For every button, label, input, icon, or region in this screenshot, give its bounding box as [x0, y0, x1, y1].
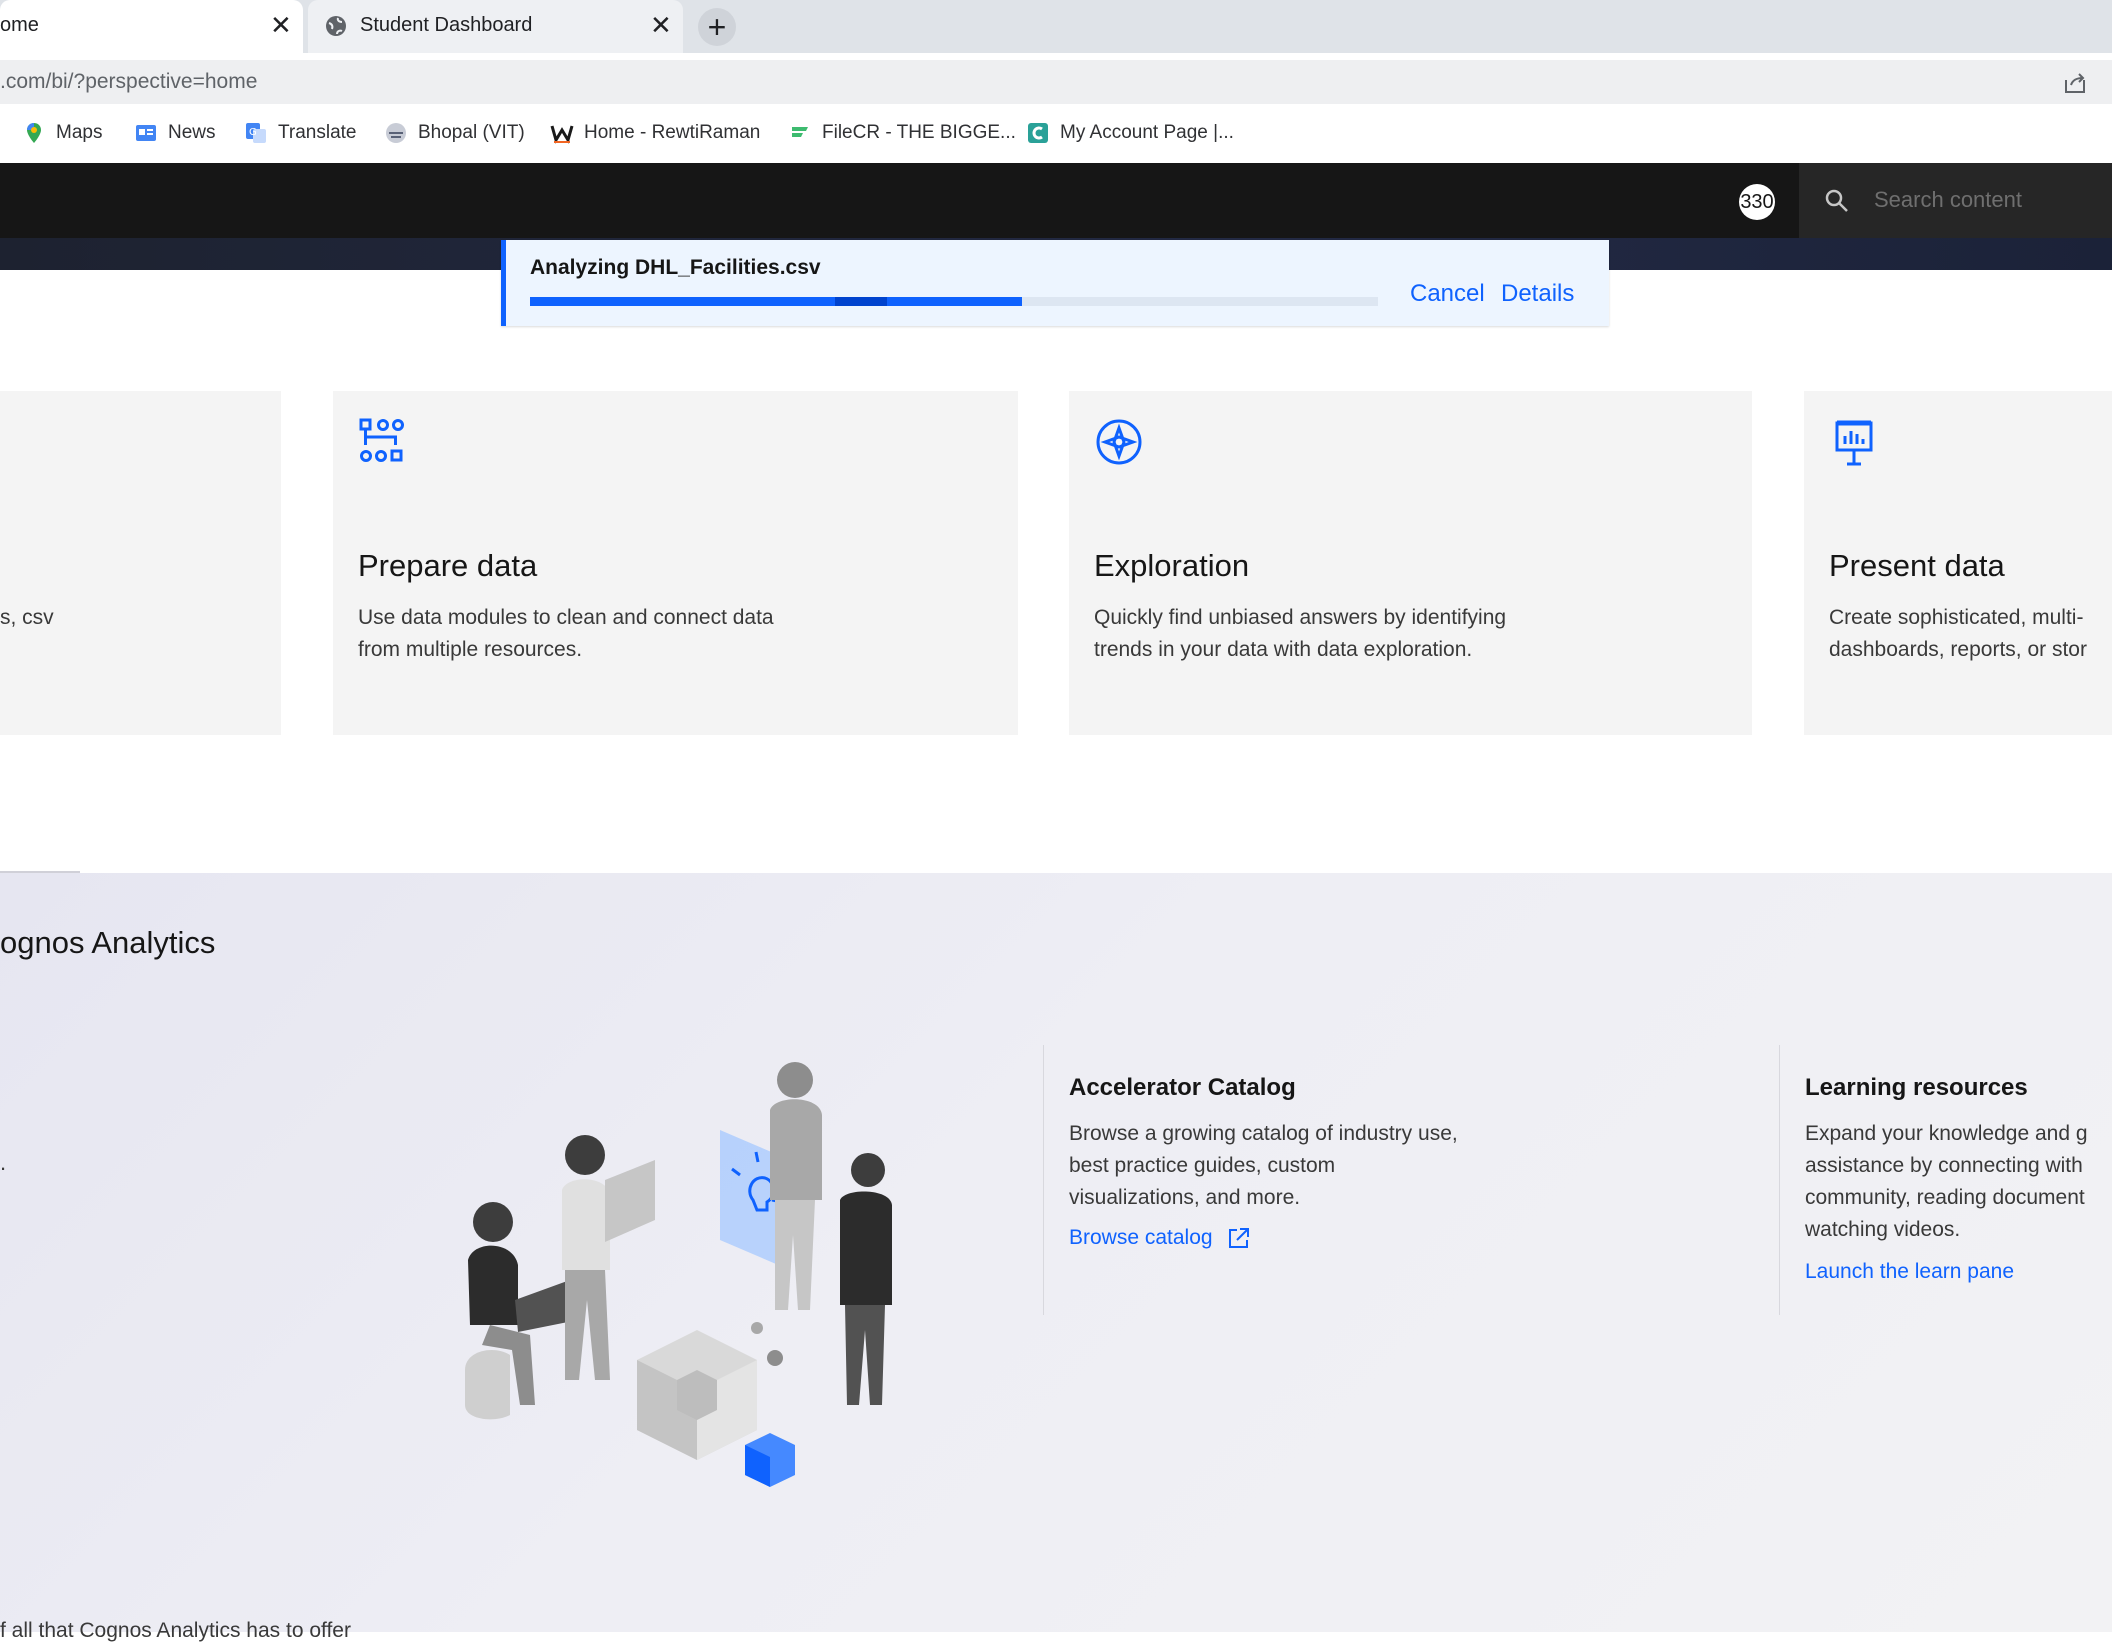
- card-description: trends in your data with data exploratio…: [1094, 638, 1473, 661]
- new-tab-button[interactable]: +: [698, 8, 736, 46]
- app-header: [0, 163, 2112, 238]
- presentation-icon: [1835, 420, 1873, 466]
- card-description: from multiple resources.: [358, 638, 583, 661]
- data-module-icon: [359, 418, 404, 462]
- card-description: Create sophisticated, multi-: [1829, 606, 2084, 629]
- coursera-icon: [1028, 123, 1048, 143]
- bookmark-maps[interactable]: Maps: [22, 118, 102, 148]
- card-title: Present data: [1829, 548, 2005, 583]
- column-divider: [1779, 1045, 1780, 1315]
- resource-description: best practice guides, custom: [1069, 1154, 1336, 1177]
- card-title: Exploration: [1094, 548, 1250, 583]
- bookmark-label: FileCR - THE BIGGE...: [822, 122, 1016, 143]
- tab-title: Student Dashboard: [360, 14, 533, 36]
- resource-title: Accelerator Catalog: [1069, 1074, 1296, 1101]
- card-description: s, csv: [0, 606, 54, 629]
- resource-description: community, reading document: [1805, 1186, 2085, 1209]
- translate-icon: G: [246, 123, 266, 143]
- url-text[interactable]: .com/bi/?perspective=home: [0, 70, 257, 94]
- globe-icon: [326, 16, 346, 36]
- filecr-icon: [792, 127, 808, 137]
- external-link-icon: [1228, 1228, 1249, 1248]
- details-button[interactable]: Details: [1501, 280, 1574, 308]
- card-description: Use data modules to clean and connect da…: [358, 606, 774, 629]
- address-bar[interactable]: [0, 60, 2112, 104]
- card-description: Quickly find unbiased answers by identif…: [1094, 606, 1507, 629]
- bookmark-label: Bhopal (VIT): [418, 122, 525, 143]
- welcome-section: [0, 873, 2112, 1632]
- bookmark-label: Home - RewtiRaman: [584, 122, 761, 143]
- tab-title: ome: [0, 14, 39, 36]
- progress-bar-indicator: [835, 297, 887, 306]
- section-divider: [0, 871, 80, 873]
- avatar[interactable]: 330: [1739, 184, 1775, 220]
- close-icon[interactable]: ✕: [650, 10, 672, 40]
- share-icon[interactable]: [2062, 70, 2088, 96]
- resource-description: Expand your knowledge and g: [1805, 1122, 2088, 1145]
- card-description: dashboards, reports, or stor: [1829, 638, 2087, 661]
- stray-text: .: [0, 1150, 7, 1175]
- bookmark-translate[interactable]: G Translate: [244, 118, 357, 148]
- search-placeholder: Search content: [1874, 187, 2022, 212]
- resource-title: Learning resources: [1805, 1074, 2028, 1101]
- progress-bar-fill: [530, 297, 1022, 306]
- column-divider: [1043, 1045, 1044, 1315]
- link-label: Browse catalog: [1069, 1226, 1213, 1249]
- resource-description: visualizations, and more.: [1069, 1186, 1301, 1209]
- launch-learn-pane-link[interactable]: Launch the learn pane: [1805, 1260, 2014, 1284]
- browser-tab-home[interactable]: ome ✕: [0, 0, 303, 53]
- card-title: Prepare data: [358, 548, 538, 583]
- vit-logo-icon: [386, 123, 406, 143]
- w-logo-icon: [550, 125, 574, 144]
- team-illustration: [465, 1062, 892, 1487]
- browse-catalog-link[interactable]: Browse catalog: [1069, 1226, 1251, 1250]
- google-news-icon: [136, 125, 156, 141]
- maps-pin-icon: [27, 123, 41, 143]
- bookmark-news[interactable]: News: [134, 118, 216, 148]
- footer-text: f all that Cognos Analytics has to offer: [0, 1619, 351, 1642]
- bookmark-label: My Account Page |...: [1060, 122, 1234, 143]
- resource-description: Browse a growing catalog of industry use…: [1069, 1122, 1458, 1145]
- resource-description: assistance by connecting with: [1805, 1154, 2083, 1177]
- notification-title: Analyzing DHL_Facilities.csv: [530, 256, 821, 279]
- bookmark-filecr[interactable]: FileCR - THE BIGGE...: [788, 118, 1016, 148]
- bookmark-label: News: [168, 122, 216, 143]
- svg-text:G: G: [249, 127, 257, 138]
- bookmark-label: Maps: [56, 122, 103, 143]
- bookmark-my-account[interactable]: My Account Page |...: [1026, 118, 1234, 148]
- browser-tab-student-dashboard[interactable]: Student Dashboard ✕: [308, 0, 683, 53]
- bookmark-label: Translate: [278, 122, 357, 143]
- bookmark-rewtiraman[interactable]: Home - RewtiRaman: [550, 118, 760, 148]
- cancel-button[interactable]: Cancel: [1410, 280, 1485, 308]
- bookmark-vit[interactable]: Bhopal (VIT): [384, 118, 525, 148]
- resource-description: watching videos.: [1805, 1218, 1961, 1241]
- search-icon: [1825, 189, 1848, 212]
- section-title: ognos Analytics: [0, 925, 216, 960]
- card-upload[interactable]: s, csv: [0, 391, 281, 735]
- compass-icon: [1096, 419, 1142, 465]
- close-icon[interactable]: ✕: [270, 10, 292, 40]
